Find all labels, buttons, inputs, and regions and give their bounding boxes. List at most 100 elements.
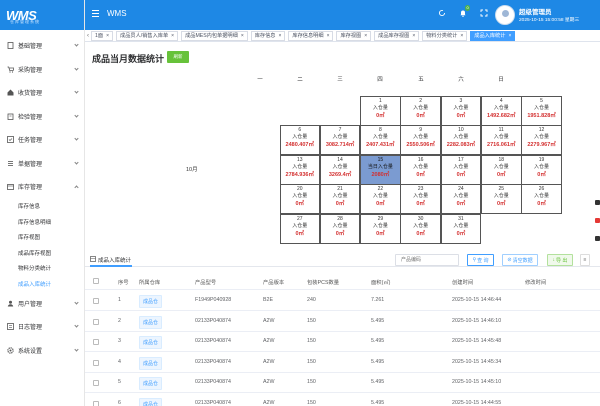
row-checkbox[interactable]	[93, 298, 99, 304]
sidebar-subitem-stock-view[interactable]: 库存视图	[0, 230, 84, 246]
close-icon[interactable]: ×	[412, 33, 415, 39]
close-icon[interactable]: ×	[460, 33, 463, 39]
calendar-day-cell[interactable]: 17 入仓量 0㎡	[440, 154, 482, 185]
row-checkbox[interactable]	[93, 339, 99, 345]
calendar-day-cell[interactable]: 27 入仓量 0㎡	[279, 213, 320, 244]
calendar-day-cell[interactable]: 2 入仓量 0㎡	[400, 95, 441, 126]
tab-mes-detail[interactable]: 成品MES内包单据明细 ×	[181, 30, 248, 41]
calendar-day-cell[interactable]: 23 入仓量 0㎡	[400, 184, 441, 214]
sidebar-item-logs[interactable]: 日志管理	[0, 315, 84, 339]
calendar-day-cell[interactable]: 15 当日入仓量 2080㎡	[360, 154, 401, 185]
sidebar-subitem-stock-info[interactable]: 库存信息	[0, 199, 84, 215]
calendar-day-cell[interactable]: 9 入仓量 2550.506㎡	[400, 125, 441, 155]
close-icon[interactable]: ×	[171, 33, 174, 39]
tab-material-stats[interactable]: 物料分类统计 ×	[422, 30, 468, 41]
sidebar-item-receiving[interactable]: 收货管理	[0, 81, 84, 105]
tab-product-stock-view[interactable]: 成品库存视图 ×	[374, 30, 420, 41]
user-icon	[7, 300, 14, 307]
table-row[interactable]: 成品仓 3 02133P040874 A2W 150 5.495 2025-10-15 14…	[85, 332, 600, 352]
sidebar-subitem-stock-detail[interactable]: 库存信息明细	[0, 214, 84, 230]
column-header: 创建时间	[452, 280, 474, 286]
calendar-day-cell[interactable]: 12 入仓量 2279.967㎡	[521, 125, 562, 155]
sidebar-subitem-product-inbound-stats[interactable]: 成品入库统计	[0, 276, 84, 292]
avatar[interactable]	[495, 5, 515, 25]
side-widget-icon[interactable]	[595, 236, 600, 241]
close-icon[interactable]: ×	[106, 33, 109, 39]
calendar-day-cell[interactable]: 11 入仓量 2716.061㎡	[481, 125, 522, 155]
side-widget-icon[interactable]	[595, 218, 600, 223]
table-row[interactable]: 成品仓 6 02133P040874 A2W 150 5.495 2025-10-15 14…	[85, 394, 600, 406]
sidebar-subitem-product-stock-view[interactable]: 成品库存视图	[0, 245, 84, 261]
calendar-day-cell[interactable]: 25 入仓量 0㎡	[481, 184, 522, 214]
table-row[interactable]: 成品仓 1 F1949P040928 B2E 240 7.261 2025-10-15 14…	[85, 291, 600, 311]
calendar-day-cell[interactable]: 30 入仓量 0㎡	[400, 213, 441, 244]
calendar-day-cell[interactable]: 8 入仓量 2407.431㎡	[360, 125, 401, 155]
product-code-input[interactable]	[395, 254, 459, 266]
calendar-day-cell[interactable]: 3 入仓量 0㎡	[440, 95, 482, 126]
calendar-day-cell[interactable]: 18 入仓量 0㎡	[481, 154, 522, 185]
sidebar-item-purchase[interactable]: 采购管理	[0, 58, 84, 82]
sidebar-item-documents[interactable]: 单据管理	[0, 152, 84, 176]
user-name[interactable]: 超级管理员	[519, 6, 552, 16]
calendar-day-cell[interactable]: 29 入仓量 0㎡	[360, 213, 401, 244]
calendar-day-cell[interactable]: 22 入仓量 0㎡	[360, 184, 401, 214]
menu-toggle-icon[interactable]	[92, 10, 99, 19]
search-button[interactable]: ⚲ 查 询	[467, 254, 494, 266]
bell-icon[interactable]: 0	[459, 5, 471, 19]
calendar-day-cell[interactable]: 21 入仓量 0㎡	[319, 184, 361, 214]
refresh-button[interactable]: 刷新	[167, 51, 189, 63]
inbound-value: 3082.714㎡	[325, 142, 355, 148]
export-button[interactable]: ↓ 导 出	[547, 254, 573, 266]
calendar-day-cell[interactable]: 26 入仓量 0㎡	[521, 184, 562, 214]
row-checkbox[interactable]	[93, 318, 99, 325]
row-checkbox[interactable]	[93, 400, 99, 406]
fullscreen-icon[interactable]	[480, 9, 488, 19]
tab-home[interactable]: 1面 ×	[91, 30, 113, 41]
tab-stock-detail[interactable]: 库存信息明细 ×	[288, 30, 334, 41]
calendar-day-cell[interactable]: 5 入仓量 1951.828㎡	[521, 95, 562, 126]
day-number: 21	[337, 186, 343, 192]
row-checkbox[interactable]	[93, 380, 99, 386]
sidebar-item-inventory[interactable]: 库存管理	[0, 175, 84, 199]
tab-product-inbound-stats[interactable]: 成品入库统计 ×	[470, 30, 516, 41]
side-widget-icon[interactable]	[595, 200, 600, 205]
calendar-day-cell[interactable]: 20 入仓量 0㎡	[279, 184, 320, 214]
calendar-day-cell[interactable]: 24 入仓量 0㎡	[440, 184, 482, 214]
document-icon	[7, 42, 14, 50]
calendar-day-cell[interactable]: 31 入仓量 0㎡	[440, 213, 482, 244]
calendar-day-cell[interactable]: 10 入仓量 2282.083㎡	[440, 125, 482, 155]
clear-data-button[interactable]: ⊘ 清空数据	[502, 254, 538, 266]
close-icon[interactable]: ×	[241, 33, 244, 39]
calendar-day-cell[interactable]: 16 入仓量 0㎡	[400, 154, 441, 185]
sidebar-item-users[interactable]: 用户管理	[0, 292, 84, 316]
close-icon[interactable]: ×	[327, 33, 330, 39]
row-checkbox[interactable]	[93, 359, 99, 366]
column-settings-button[interactable]: ≡	[580, 254, 590, 266]
tab-stock-view[interactable]: 库存视图 ×	[336, 30, 372, 41]
table-row[interactable]: 成品仓 5 02133P040874 A2W 150 5.495 2025-10-15 14…	[85, 373, 600, 393]
refresh-icon[interactable]	[438, 9, 446, 19]
sidebar-subitem-material-stats[interactable]: 物料分类统计	[0, 261, 84, 277]
close-icon[interactable]: ×	[364, 33, 367, 39]
tab-sales-inbound[interactable]: 成品员人/销售入库单 ×	[116, 30, 179, 41]
sidebar-item-inspection[interactable]: 检验管理	[0, 105, 84, 129]
tab-stock-info[interactable]: 库存信息 ×	[250, 30, 286, 41]
calendar-day-cell[interactable]: 19 入仓量 0㎡	[521, 154, 562, 185]
calendar-day-cell[interactable]: 1 入仓量 0㎡	[360, 95, 401, 126]
calendar-day-cell[interactable]: 7 入仓量 3082.714㎡	[319, 125, 361, 155]
sidebar-item-task[interactable]: 任务管理	[0, 128, 84, 152]
sidebar-item-basic[interactable]: 基础管理	[0, 34, 84, 58]
inbound-value: 0㎡	[335, 201, 345, 207]
calendar-day-cell[interactable]: 28 入仓量 0㎡	[319, 213, 361, 244]
table-row[interactable]: 成品仓 2 02133P040874 A2W 150 5.495 2025-10-15 14…	[85, 312, 600, 332]
calendar-day-cell[interactable]: 6 入仓量 2480.407㎡	[279, 125, 320, 155]
calendar-day-cell[interactable]: 13 入仓量 2784.936㎡	[279, 154, 320, 185]
close-icon[interactable]: ×	[508, 33, 511, 39]
table-cell: 2025-10-15 14:45:48	[452, 338, 502, 344]
calendar-day-cell[interactable]: 14 入仓量 3269.4㎡	[319, 154, 361, 185]
close-icon[interactable]: ×	[279, 33, 282, 39]
select-all-checkbox[interactable]	[93, 278, 99, 284]
table-row[interactable]: 成品仓 4 02133P040874 A2W 150 5.495 2025-10-15 14…	[85, 353, 600, 373]
sidebar-item-settings[interactable]: 系统设置	[0, 339, 84, 363]
calendar-day-cell[interactable]: 4 入仓量 1492.682㎡	[481, 95, 522, 126]
